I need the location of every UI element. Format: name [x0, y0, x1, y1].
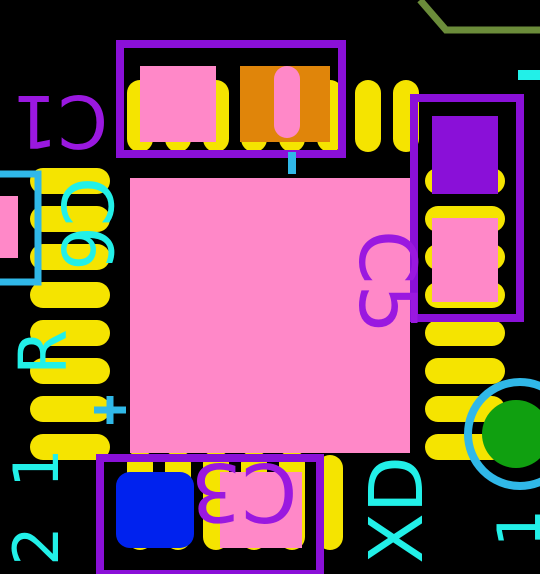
silk-marker [288, 152, 296, 174]
c5-pad-bottom [432, 218, 498, 302]
label-c1: C1 [12, 79, 108, 163]
pin-overlap [274, 66, 300, 138]
c3-pad-left [116, 472, 194, 548]
label-r: R [5, 329, 82, 375]
label-one-left: 1 [0, 448, 73, 487]
c1-pad-left [140, 66, 216, 142]
ic-pin [425, 320, 505, 346]
ic-pin [425, 358, 505, 384]
silk-marker [518, 70, 540, 80]
label-c6: C6 [45, 177, 127, 270]
label-one-right: 1 [485, 509, 540, 547]
label-c3: C3 [191, 445, 298, 538]
c5-pad-top [432, 116, 498, 194]
label-xd: XD [354, 456, 440, 564]
label-c5: C5 [341, 230, 431, 334]
label-two: 2 [0, 526, 73, 565]
ic-pin [30, 282, 110, 308]
pcb-canvas: C1 C5 C3 C6 R 1 2 XD 1 [0, 0, 540, 574]
pcb-view: C1 C5 C3 C6 R 1 2 XD 1 [0, 0, 540, 574]
ic-pin [355, 80, 381, 152]
pad-left-edge [0, 196, 18, 258]
